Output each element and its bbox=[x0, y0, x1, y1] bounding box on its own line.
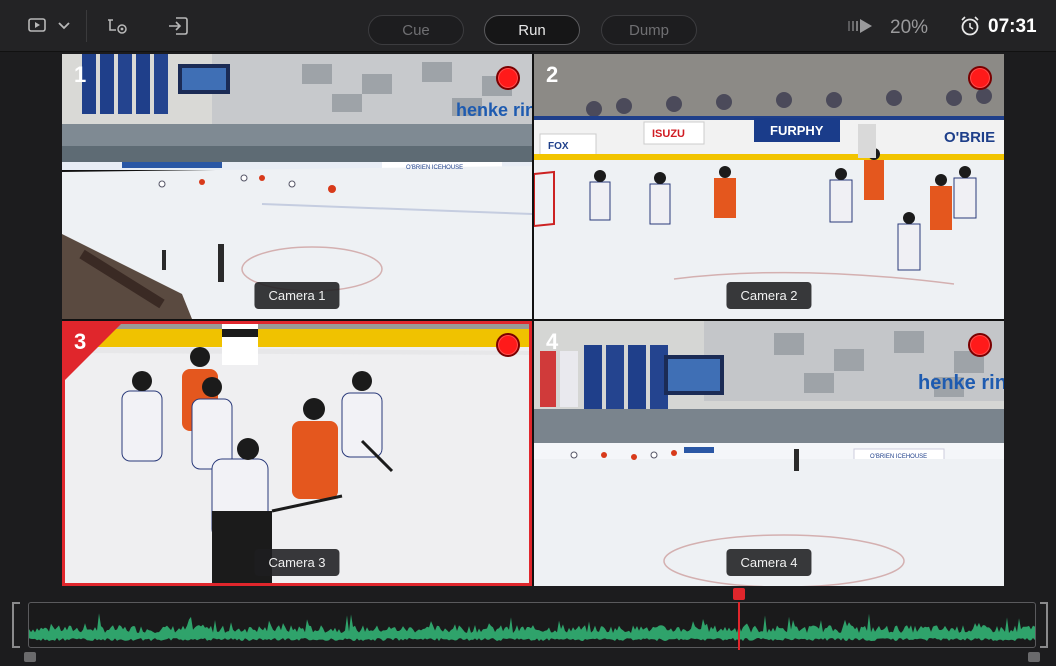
cue-button[interactable]: Cue bbox=[368, 15, 464, 45]
input-select-icon[interactable] bbox=[166, 14, 190, 38]
camera-3-record-indicator[interactable] bbox=[496, 333, 520, 357]
camera-3-view[interactable]: 3 Camera 3 bbox=[62, 321, 532, 586]
source-view-icon[interactable] bbox=[26, 14, 48, 38]
camera-1-number: 1 bbox=[74, 62, 87, 87]
camera-2-label: Camera 2 bbox=[726, 282, 812, 309]
camera-3-image bbox=[62, 321, 532, 586]
camera-4-image: henke rin O'BRIEN ICEHOUSE bbox=[534, 321, 1004, 586]
camera-4-number: 4 bbox=[546, 329, 559, 354]
camera-4-banner-text: henke rin bbox=[918, 372, 1004, 394]
camera-2-view[interactable]: FURPHY ISUZU FOX O'BRIE 2 Camera 2 bbox=[534, 54, 1004, 319]
camera-2-board-obrien: O'BRIE bbox=[944, 129, 995, 146]
timecode-display: 07:31 bbox=[988, 16, 1037, 37]
waveform-shape bbox=[29, 613, 1035, 641]
playhead-handle[interactable] bbox=[732, 588, 745, 600]
timeline-strip bbox=[0, 588, 1056, 666]
top-toolbar: Cue Run Dump 20% 07:31 bbox=[0, 0, 1056, 52]
camera-1-image: henke rin O'BRIEN ICEHOUSE bbox=[62, 54, 532, 319]
camera-1-view[interactable]: henke rin O'BRIEN ICEHOUSE 1 Camera 1 bbox=[62, 54, 532, 319]
camera-2-board-isuzu: ISUZU bbox=[652, 128, 685, 140]
play-speed-icon[interactable] bbox=[846, 14, 874, 38]
camera-3-label: Camera 3 bbox=[254, 549, 340, 576]
camera-2-board-furphy: FURPHY bbox=[770, 123, 824, 138]
multiview-grid: henke rin O'BRIEN ICEHOUSE 1 Camera 1 FU… bbox=[62, 54, 1004, 586]
timer-icon bbox=[958, 14, 982, 38]
timeline-start-handle[interactable] bbox=[24, 652, 36, 662]
out-point-bracket[interactable] bbox=[1040, 602, 1048, 648]
camera-3-number: 3 bbox=[74, 329, 87, 354]
audio-waveform[interactable] bbox=[28, 602, 1036, 648]
waveform-graphic bbox=[29, 613, 1035, 641]
camera-4-label: Camera 4 bbox=[726, 549, 812, 576]
camera-2-board-fox: FOX bbox=[548, 141, 569, 152]
chevron-down-icon[interactable] bbox=[56, 14, 72, 38]
audio-monitor-icon[interactable] bbox=[104, 14, 132, 38]
camera-4-record-indicator[interactable] bbox=[968, 333, 992, 357]
camera-2-record-indicator[interactable] bbox=[968, 66, 992, 90]
camera-4-view[interactable]: henke rin O'BRIEN ICEHOUSE 4 Camera 4 bbox=[534, 321, 1004, 586]
camera-2-image: FURPHY ISUZU FOX O'BRIE bbox=[534, 54, 1004, 319]
in-point-bracket[interactable] bbox=[12, 602, 20, 648]
camera-1-banner-text: henke rin bbox=[456, 100, 532, 120]
speed-percentage: 20% bbox=[890, 17, 929, 38]
run-button[interactable]: Run bbox=[484, 15, 580, 45]
dump-button[interactable]: Dump bbox=[601, 15, 697, 45]
timeline-end-handle[interactable] bbox=[1028, 652, 1040, 662]
camera-2-number: 2 bbox=[546, 62, 559, 87]
camera-1-board-text: O'BRIEN ICEHOUSE bbox=[406, 165, 463, 171]
camera-3-selected-corner bbox=[62, 321, 124, 383]
playhead-line[interactable] bbox=[737, 602, 740, 650]
camera-1-record-indicator[interactable] bbox=[496, 66, 520, 90]
toolbar-divider bbox=[86, 10, 87, 42]
camera-1-label: Camera 1 bbox=[254, 282, 340, 309]
